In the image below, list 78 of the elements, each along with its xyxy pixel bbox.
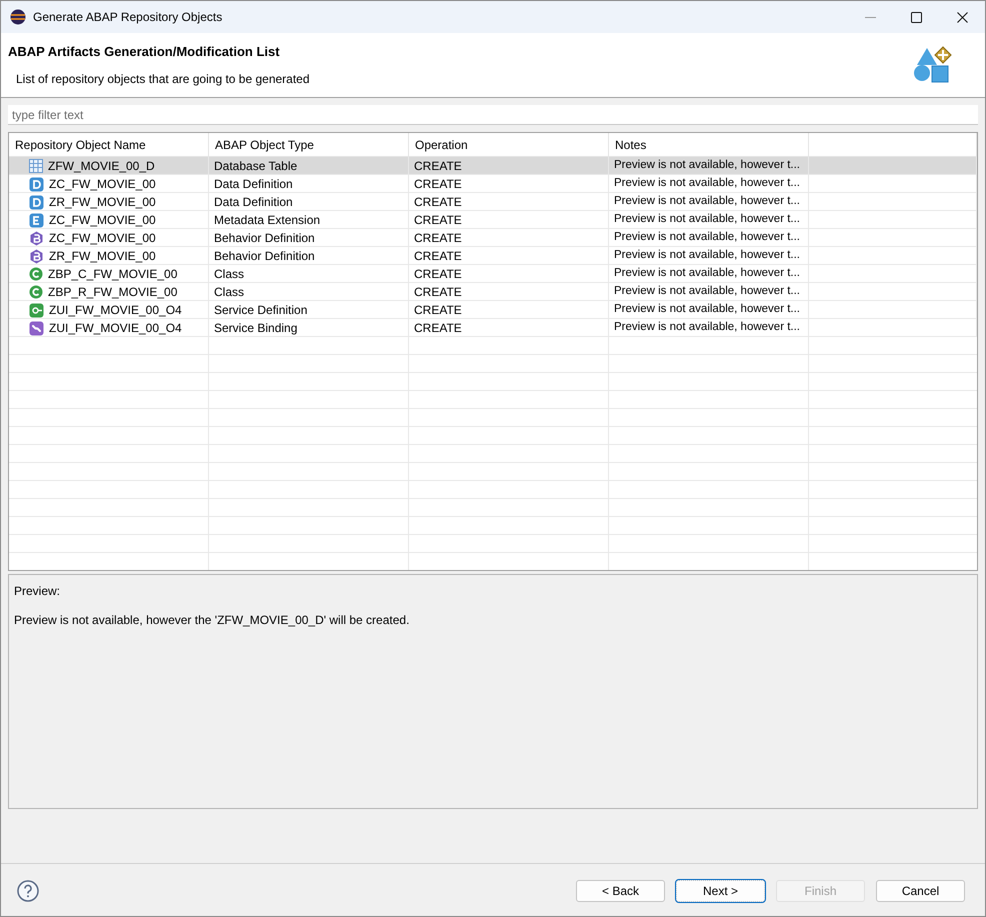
table-cell-text: Preview is not available, however t... bbox=[614, 284, 800, 300]
table-cell-text: CREATE bbox=[414, 194, 462, 211]
table-cell-text: Class bbox=[214, 266, 244, 283]
table-row[interactable]: ZR_FW_MOVIE_00 Behavior Definition CREATE Preview is not available, however t... bbox=[9, 247, 977, 265]
table-cell-text: CREATE bbox=[414, 284, 462, 301]
table-cell-text: Data Definition bbox=[214, 194, 293, 211]
table-cell-text: CREATE bbox=[414, 302, 462, 319]
link-icon bbox=[29, 320, 44, 336]
table-cell-text: ZC_FW_MOVIE_00 bbox=[49, 212, 156, 229]
table-row[interactable]: ZC_FW_MOVIE_00 Metadata Extension CREATE Preview is not available, however t... bbox=[9, 211, 977, 229]
table-cell-text: Preview is not available, however t... bbox=[614, 194, 800, 210]
table-cell-text: Data Definition bbox=[214, 176, 293, 193]
table-cell-text: ZFW_MOVIE_00_D bbox=[48, 158, 155, 175]
page-title: ABAP Artifacts Generation/Modification List bbox=[8, 43, 281, 61]
table-cell-text: Metadata Extension bbox=[214, 212, 320, 229]
help-icon[interactable] bbox=[17, 880, 39, 902]
table-icon bbox=[29, 159, 43, 173]
document-icon bbox=[29, 176, 44, 192]
table-cell-text: CREATE bbox=[414, 230, 462, 247]
class-icon bbox=[29, 267, 43, 281]
close-icon bbox=[956, 12, 968, 22]
extension-icon bbox=[29, 212, 44, 228]
window-title: Generate ABAP Repository Objects bbox=[33, 9, 222, 26]
dialog-button[interactable]: Next > bbox=[676, 880, 765, 902]
table-row[interactable]: ZFW_MOVIE_00_D Database Table CREATE Preview is not available, however t... bbox=[9, 157, 977, 175]
table-cell-text: ZR_FW_MOVIE_00 bbox=[49, 248, 156, 265]
table-cell-text: Class bbox=[214, 284, 244, 301]
minimize-icon bbox=[864, 16, 876, 18]
table-cell-text: CREATE bbox=[414, 320, 462, 337]
table-cell-text: Preview is not available, however t... bbox=[614, 230, 800, 246]
table-cell-text: CREATE bbox=[414, 248, 462, 265]
preview-label: Preview: bbox=[14, 583, 62, 600]
table-row[interactable]: ZC_FW_MOVIE_00 Behavior Definition CREATE Preview is not available, however t... bbox=[9, 229, 977, 247]
table-cell-text: Service Binding bbox=[214, 320, 298, 337]
table-cell-text: Preview is not available, however t... bbox=[614, 212, 800, 228]
table-cell-text: CREATE bbox=[414, 176, 462, 193]
dialog-button[interactable]: Cancel bbox=[876, 880, 965, 902]
table-row[interactable]: ZUI_FW_MOVIE_00_O4 Service Binding CREATE Preview is not available, however t... bbox=[9, 319, 977, 337]
table-row[interactable]: ZBP_C_FW_MOVIE_00 Class CREATE Preview is not available, however t... bbox=[9, 265, 977, 283]
maximize-icon bbox=[910, 12, 922, 22]
service-icon bbox=[29, 302, 44, 318]
behavior-icon bbox=[29, 248, 44, 264]
table-cell-text: Preview is not available, however t... bbox=[614, 158, 800, 174]
table-cell-text: ZUI_FW_MOVIE_00_O4 bbox=[49, 302, 182, 319]
dialog-button[interactable]: < Back bbox=[576, 880, 665, 902]
table-cell-text: Service Definition bbox=[214, 302, 308, 319]
filter-field[interactable]: type filter text bbox=[8, 105, 978, 125]
table-cell-text: Preview is not available, however t... bbox=[614, 266, 800, 282]
table-row[interactable]: ZR_FW_MOVIE_00 Data Definition CREATE Preview is not available, however t... bbox=[9, 193, 977, 211]
table-cell-text: ZBP_R_FW_MOVIE_00 bbox=[48, 284, 178, 301]
column-header[interactable]: Repository Object Name bbox=[9, 133, 209, 156]
column-header[interactable]: Operation bbox=[409, 133, 609, 156]
table-cell-text: Preview is not available, however t... bbox=[614, 320, 800, 336]
table-cell-text: ZBP_C_FW_MOVIE_00 bbox=[48, 266, 178, 283]
column-header[interactable]: Notes bbox=[609, 133, 809, 156]
preview-text: Preview is not available, however the 'ZFW_MOVIE_00_D' will be created. bbox=[14, 612, 410, 629]
page-subtitle: List of repository objects that are going to be generated bbox=[16, 70, 310, 88]
table-cell-text: Preview is not available, however t... bbox=[614, 176, 800, 192]
table-row[interactable]: ZUI_FW_MOVIE_00_O4 Service Definition CREATE Preview is not available, however t... bbox=[9, 301, 977, 319]
app-logo-icon bbox=[10, 9, 26, 25]
table-cell-text: ZC_FW_MOVIE_00 bbox=[49, 230, 156, 247]
table-cell-text: Preview is not available, however t... bbox=[614, 302, 800, 318]
table-cell-text: CREATE bbox=[414, 212, 462, 229]
document-icon bbox=[29, 194, 44, 210]
table-cell-text: Behavior Definition bbox=[214, 230, 315, 247]
table-cell-text: Behavior Definition bbox=[214, 248, 315, 265]
class-icon bbox=[29, 285, 43, 299]
table-cell-text: Preview is not available, however t... bbox=[614, 248, 800, 264]
table-cell-text: ZC_FW_MOVIE_00 bbox=[49, 176, 156, 193]
table-row[interactable]: ZC_FW_MOVIE_00 Data Definition CREATE Preview is not available, however t... bbox=[9, 175, 977, 193]
table-cell-text: ZR_FW_MOVIE_00 bbox=[49, 194, 156, 211]
table-cell-text: Database Table bbox=[214, 158, 298, 175]
table-cell-text: ZUI_FW_MOVIE_00_O4 bbox=[49, 320, 182, 337]
behavior-icon bbox=[29, 230, 44, 246]
table-cell-text: CREATE bbox=[414, 266, 462, 283]
table-cell-text: CREATE bbox=[414, 158, 462, 175]
table-row[interactable]: ZBP_R_FW_MOVIE_00 Class CREATE Preview is not available, however t... bbox=[9, 283, 977, 301]
column-header[interactable]: ABAP Object Type bbox=[209, 133, 409, 156]
